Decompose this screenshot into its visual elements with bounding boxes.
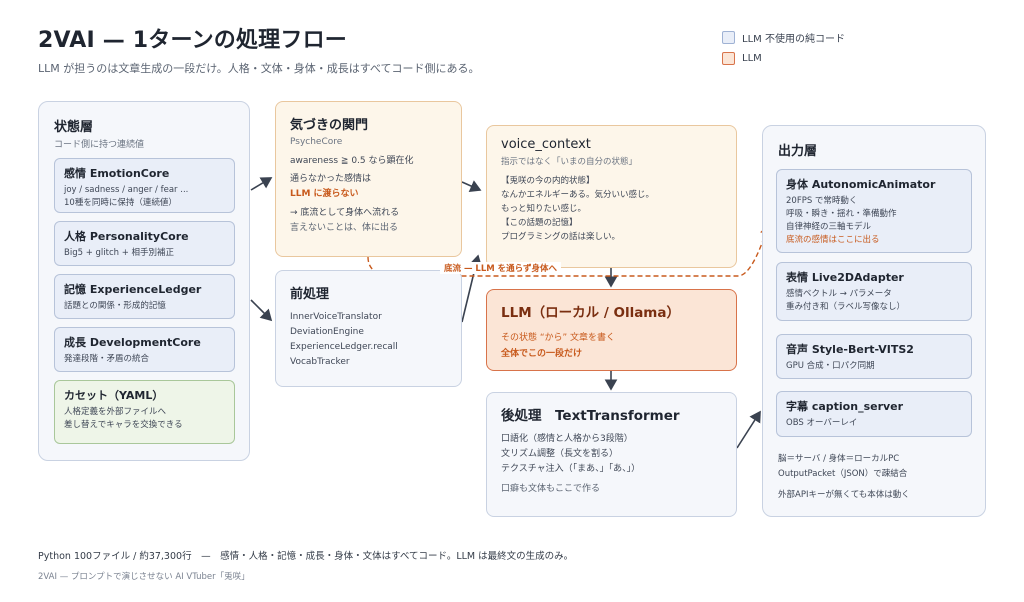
- voice-context-line: なんかエネルギーある。気分いい感じ。: [501, 190, 655, 200]
- awareness-subtitle: PsycheCore: [290, 137, 343, 147]
- caption-server-line: OBS オーバーレイ: [786, 418, 858, 428]
- personality-core-card: 人格 PersonalityCore Big5 + glitch + 相手別補正: [54, 221, 235, 266]
- development-core-line: 発達段階・矛盾の統合: [64, 354, 150, 364]
- output-note: 外部APIキーが無くても本体は動く: [778, 490, 910, 500]
- preprocess-item: ExperienceLedger.recall: [290, 342, 398, 352]
- awareness-title: 気づきの関門: [290, 118, 369, 133]
- undercurrent-label: 底流 — LLM を通らず身体へ: [440, 262, 561, 274]
- autonomic-animator-card: 身体 AutonomicAnimator 20FPS で常時動く 呼吸・瞬き・揺…: [776, 169, 972, 253]
- voice-context-subtitle: 指示ではなく「いまの自分の状態」: [501, 157, 638, 167]
- voice-context-line: 【兎咲の今の内的状態】: [501, 176, 595, 186]
- preprocess-item: InnerVoiceTranslator: [290, 312, 382, 322]
- cassette-yaml-line: 人格定義を外部ファイルへ: [64, 407, 167, 417]
- state-layer-title: 状態層: [54, 120, 94, 135]
- autonomic-animator-highlight: 底流の感情はここに出る: [786, 235, 880, 245]
- llm-core-box: LLM（ローカル / Ollama） その状態 “から” 文章を書く 全体でこの…: [486, 289, 737, 371]
- preprocess-item: DeviationEngine: [290, 327, 364, 337]
- preprocess-box: 前処理 InnerVoiceTranslator DeviationEngine…: [275, 270, 462, 387]
- awareness-line: 通らなかった感情は: [290, 174, 372, 184]
- style-bert-vits2-title: 音声 Style-Bert-VITS2: [786, 343, 914, 356]
- state-layer-subtitle: コード側に持つ連続値: [54, 140, 145, 150]
- voice-context-line: もっと知りたい感じ。: [501, 204, 587, 214]
- footer-credit: 2VAI — プロンプトで演じさせない AI VTuber「兎咲」: [38, 572, 250, 582]
- personality-core-line: Big5 + glitch + 相手別補正: [64, 248, 175, 258]
- llm-core-line: 全体でこの一段だけ: [501, 349, 583, 359]
- voice-context-line: プログラミングの話は楽しい。: [501, 232, 621, 242]
- output-layer-title: 出力層: [778, 144, 818, 159]
- experience-ledger-card: 記憶 ExperienceLedger 話題との関係・形成的記憶: [54, 274, 235, 319]
- postprocess-title: 後処理 TextTransformer: [501, 408, 680, 424]
- postprocess-note: 口癖も文体もここで作る: [501, 484, 601, 494]
- postprocess-item: テクスチャ注入（「まあ、」「あ、」）: [501, 464, 641, 474]
- experience-ledger-line: 話題との関係・形成的記憶: [64, 301, 166, 311]
- style-bert-vits2-card: 音声 Style-Bert-VITS2 GPU 合成・口パク同期: [776, 334, 972, 379]
- output-layer-notes: 脳＝サーバ / 身体＝ローカルPC OutputPacket（JSON）で疎結合…: [778, 452, 910, 503]
- caption-server-title: 字幕 caption_server: [786, 400, 904, 413]
- llm-core-title: LLM（ローカル / Ollama）: [501, 305, 680, 321]
- postprocess-item: 文リズム調整（長文を割る）: [501, 449, 619, 459]
- live2d-adapter-card: 表情 Live2DAdapter 感情ベクトル → パラメータ 重み付き和（ラベ…: [776, 262, 972, 321]
- cassette-yaml-card: カセット（YAML） 人格定義を外部ファイルへ 差し替えでキャラを交換できる: [54, 380, 235, 444]
- cassette-yaml-line: 差し替えでキャラを交換できる: [64, 420, 183, 430]
- llm-core-line: その状態 “から” 文章を書く: [501, 333, 616, 343]
- personality-core-title: 人格 PersonalityCore: [64, 230, 189, 243]
- experience-ledger-title: 記憶 ExperienceLedger: [64, 283, 202, 296]
- postprocess-item: 口語化（感情と人格から3段階）: [501, 434, 633, 444]
- arrow-postprocess-to-output: [736, 410, 761, 449]
- autonomic-animator-line: 20FPS で常時動く: [786, 196, 858, 206]
- live2d-adapter-line: 重み付き和（ラベル写像なし）: [786, 302, 906, 312]
- output-layer-panel: 出力層 身体 AutonomicAnimator 20FPS で常時動く 呼吸・…: [762, 125, 986, 517]
- autonomic-animator-line: 呼吸・瞬き・揺れ・準備動作: [786, 209, 897, 219]
- arrow-state-to-preprocess: [250, 299, 273, 322]
- voice-context-line: 【この話題の記憶】: [501, 218, 578, 228]
- postprocess-box: 後処理 TextTransformer 口語化（感情と人格から3段階） 文リズム…: [486, 392, 737, 517]
- awareness-not-passed: LLM に渡らない: [290, 189, 359, 199]
- state-layer-panel: 状態層 コード側に持つ連続値 感情 EmotionCore joy / sadn…: [38, 101, 250, 461]
- output-note: OutputPacket（JSON）で疎結合: [778, 469, 908, 479]
- autonomic-animator-title: 身体 AutonomicAnimator: [786, 178, 936, 191]
- preprocess-title: 前処理: [290, 287, 330, 302]
- development-core-card: 成長 DevelopmentCore 発達段階・矛盾の統合: [54, 327, 235, 372]
- emotion-core-title: 感情 EmotionCore: [64, 167, 170, 180]
- live2d-adapter-line: 感情ベクトル → パラメータ: [786, 289, 892, 299]
- emotion-core-card: 感情 EmotionCore joy / sadness / anger / f…: [54, 158, 235, 213]
- output-note: 脳＝サーバ / 身体＝ローカルPC: [778, 454, 900, 464]
- awareness-gate-box: 気づきの関門 PsycheCore awareness ≧ 0.5 なら顕在化 …: [275, 101, 462, 257]
- development-core-title: 成長 DevelopmentCore: [64, 336, 201, 349]
- preprocess-item: VocabTracker: [290, 357, 350, 367]
- autonomic-animator-line: 自律神経の三軸モデル: [786, 222, 872, 232]
- voice-context-box: voice_context 指示ではなく「いまの自分の状態」 【兎咲の今の内的状…: [486, 125, 737, 268]
- cassette-yaml-title: カセット（YAML）: [64, 389, 164, 402]
- caption-server-card: 字幕 caption_server OBS オーバーレイ: [776, 391, 972, 437]
- awareness-threshold: awareness ≧ 0.5 なら顕在化: [290, 156, 414, 166]
- arrow-state-to-awareness: [250, 177, 273, 191]
- arrow-awareness-to-context: [461, 180, 482, 192]
- footer-summary: Python 100ファイル / 約37,300行 — 感情・人格・記憶・成長・…: [38, 551, 574, 562]
- voice-context-title: voice_context: [501, 137, 591, 152]
- style-bert-vits2-line: GPU 合成・口パク同期: [786, 361, 875, 371]
- emotion-core-line: joy / sadness / anger / fear ...: [64, 185, 189, 195]
- awareness-undercurrent: → 底流として身体へ流れる: [290, 208, 400, 218]
- live2d-adapter-title: 表情 Live2DAdapter: [786, 271, 904, 284]
- awareness-note: 言えないことは、体に出る: [290, 223, 399, 233]
- emotion-core-line: 10種を同時に保持（連続値）: [64, 198, 177, 208]
